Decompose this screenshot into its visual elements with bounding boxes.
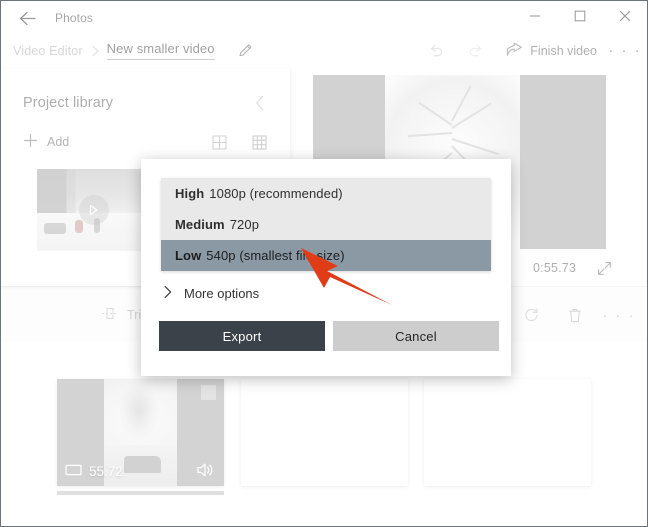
quality-option-detail: 540p (smallest file size) bbox=[206, 248, 344, 263]
quality-option-detail: 720p bbox=[230, 217, 259, 232]
quality-option-name: Low bbox=[175, 248, 201, 263]
chevron-right-icon bbox=[163, 285, 173, 302]
quality-option-name: High bbox=[175, 186, 204, 201]
more-options-label: More options bbox=[184, 286, 259, 301]
more-options-expander[interactable]: More options bbox=[163, 285, 259, 302]
export-quality-dialog: High 1080p (recommended) Medium 720p Low… bbox=[141, 159, 511, 376]
quality-option-list: High 1080p (recommended) Medium 720p Low… bbox=[161, 178, 491, 271]
quality-option-medium[interactable]: Medium 720p bbox=[161, 209, 491, 240]
export-button[interactable]: Export bbox=[159, 321, 325, 351]
dialog-button-row: Export Cancel bbox=[159, 321, 499, 351]
quality-option-name: Medium bbox=[175, 217, 225, 232]
quality-option-high[interactable]: High 1080p (recommended) bbox=[161, 178, 491, 209]
photos-video-editor-window: Photos Video Editor New smaller video bbox=[0, 0, 648, 527]
quality-option-low[interactable]: Low 540p (smallest file size) bbox=[161, 240, 491, 271]
cancel-button[interactable]: Cancel bbox=[333, 321, 499, 351]
quality-option-detail: 1080p (recommended) bbox=[209, 186, 342, 201]
